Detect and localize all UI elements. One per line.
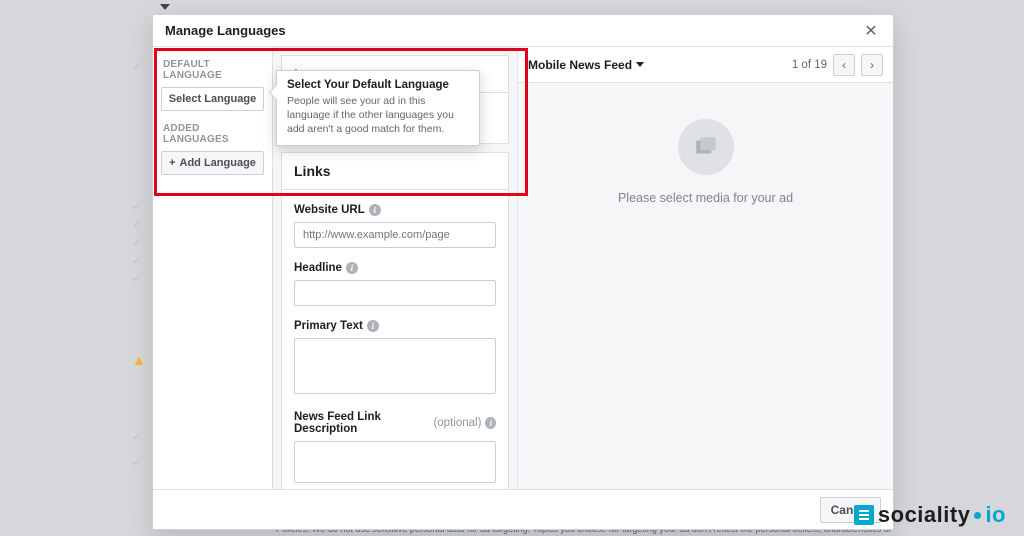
plus-icon: + bbox=[169, 157, 175, 169]
headline-input[interactable] bbox=[294, 280, 496, 306]
preview-placeholder-text: Please select media for your ad bbox=[618, 191, 793, 205]
select-language-button[interactable]: Select Language bbox=[161, 87, 264, 111]
primary-text-input[interactable] bbox=[294, 338, 496, 394]
step-check-icon: ✓ bbox=[132, 200, 141, 213]
info-icon[interactable]: i bbox=[346, 262, 358, 274]
add-language-button[interactable]: + Add Language bbox=[161, 151, 264, 175]
preview-pager: 1 of 19 ‹ › bbox=[792, 54, 883, 76]
warning-icon: ▲ bbox=[132, 352, 146, 368]
preview-body: Please select media for your ad bbox=[518, 83, 893, 489]
added-languages-label: ADDED LANGUAGES bbox=[163, 123, 264, 145]
info-icon[interactable]: i bbox=[369, 204, 381, 216]
collapsed-panel-caret[interactable] bbox=[160, 4, 170, 14]
chevron-down-icon bbox=[636, 62, 644, 67]
link-description-label: News Feed Link Description (optional) i bbox=[294, 411, 496, 435]
manage-languages-modal: Manage Languages ✕ DEFAULT LANGUAGE Sele… bbox=[152, 14, 894, 530]
step-check-icon: ✓ bbox=[132, 272, 141, 285]
media-placeholder-icon bbox=[678, 119, 734, 175]
info-icon[interactable]: i bbox=[485, 417, 496, 429]
sociality-watermark: socialityio bbox=[854, 502, 1006, 528]
tooltip-title: Select Your Default Language bbox=[287, 79, 469, 91]
pager-text: 1 of 19 bbox=[792, 59, 827, 71]
pager-prev-button[interactable]: ‹ bbox=[833, 54, 855, 76]
links-heading: Links bbox=[282, 153, 508, 190]
default-language-tooltip: Select Your Default Language People will… bbox=[276, 70, 480, 146]
link-description-input[interactable] bbox=[294, 441, 496, 483]
info-icon[interactable]: i bbox=[367, 320, 379, 332]
step-check-icon: ✓ bbox=[132, 218, 141, 231]
default-language-label: DEFAULT LANGUAGE bbox=[163, 59, 264, 81]
preview-toolbar: Mobile News Feed 1 of 19 ‹ › bbox=[518, 47, 893, 83]
sociality-logo-icon bbox=[854, 505, 874, 525]
website-url-input[interactable] bbox=[294, 222, 496, 248]
languages-sidebar: DEFAULT LANGUAGE Select Language ADDED L… bbox=[153, 47, 273, 489]
select-language-label: Select Language bbox=[169, 93, 256, 105]
add-language-label: Add Language bbox=[180, 157, 256, 169]
step-check-icon: ✓ bbox=[132, 254, 141, 267]
pager-next-button[interactable]: › bbox=[861, 54, 883, 76]
placement-selector[interactable]: Mobile News Feed bbox=[528, 58, 644, 72]
dot-icon bbox=[974, 512, 981, 519]
primary-text-label: Primary Text i bbox=[294, 320, 496, 332]
step-check-icon: ✓ bbox=[132, 430, 141, 443]
placement-label: Mobile News Feed bbox=[528, 58, 632, 72]
step-check-icon: ✓ bbox=[132, 236, 141, 249]
headline-label: Headline i bbox=[294, 262, 496, 274]
step-check-icon: ✓ bbox=[132, 456, 141, 469]
tooltip-body: People will see your ad in this language… bbox=[287, 94, 469, 137]
step-check-icon: ✓ bbox=[132, 60, 141, 73]
modal-title: Manage Languages bbox=[165, 23, 286, 38]
links-card: Links Website URL i Headline i Primary T… bbox=[281, 152, 509, 489]
modal-footer: Cancel bbox=[153, 489, 893, 529]
close-button[interactable]: ✕ bbox=[861, 21, 881, 41]
ad-preview-column: Mobile News Feed 1 of 19 ‹ › Please sele… bbox=[518, 47, 893, 489]
modal-body: DEFAULT LANGUAGE Select Language ADDED L… bbox=[153, 47, 893, 489]
modal-header: Manage Languages ✕ bbox=[153, 15, 893, 47]
website-url-label: Website URL i bbox=[294, 204, 496, 216]
